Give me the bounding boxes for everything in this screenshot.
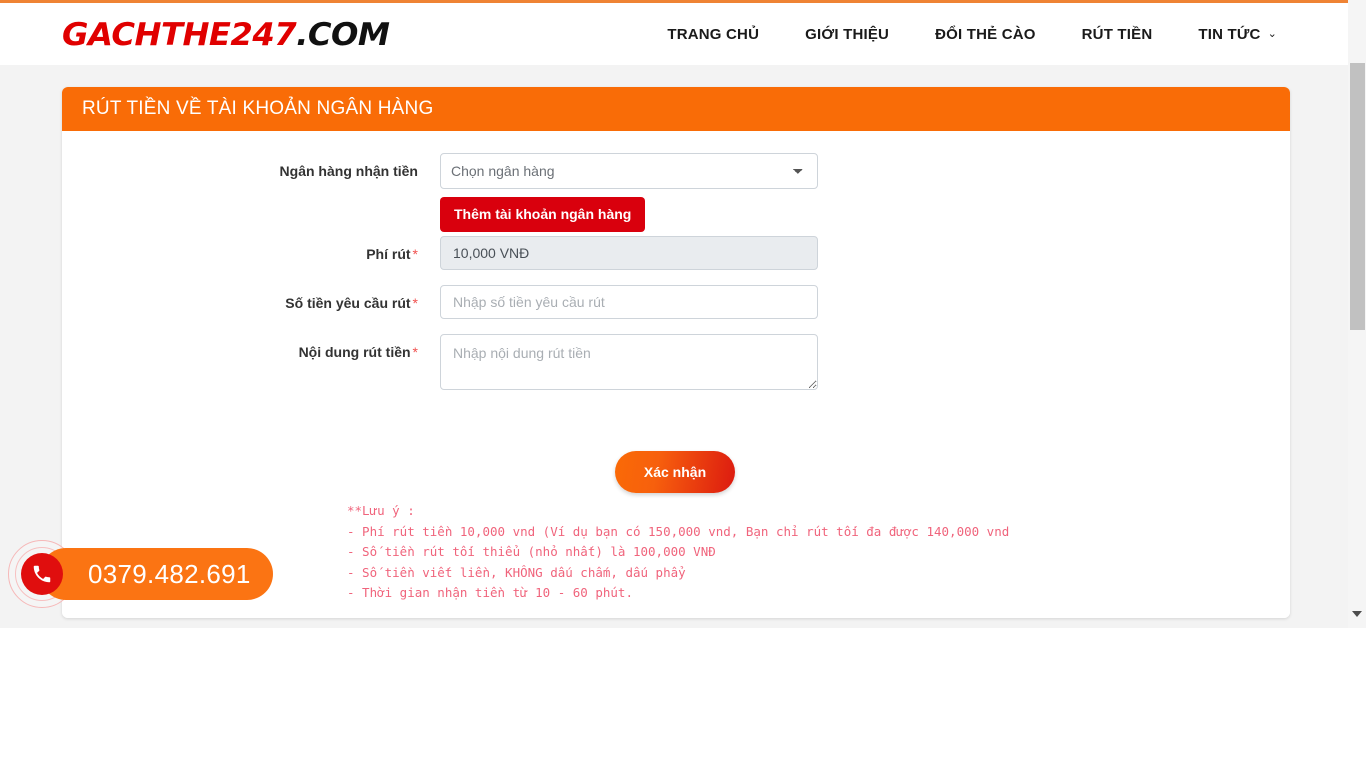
label-bank: Ngân hàng nhận tiền [62, 153, 440, 181]
label-bank-text: Ngân hàng nhận tiền [279, 163, 418, 179]
field-content [440, 334, 818, 395]
nav-item-trang-chu[interactable]: TRANG CHỦ [644, 26, 782, 43]
form-row-amount: Số tiền yêu cầu rút * [62, 285, 818, 319]
required-marker: * [412, 344, 418, 360]
withdraw-fee-input [440, 236, 818, 270]
site-header: GACHTHE247.COM TRANG CHỦ GIỚI THIỆU ĐỔI … [0, 3, 1348, 65]
card-body: Ngân hàng nhận tiền Chọn ngân hàng Thêm … [62, 131, 1290, 618]
field-bank: Chọn ngân hàng Thêm tài khoản ngân hàng [440, 153, 818, 232]
form-row-content: Nội dung rút tiền * [62, 334, 818, 395]
logo-text-suffix: .COM [296, 17, 390, 53]
withdraw-content-textarea[interactable] [440, 334, 818, 390]
note-line: - Thời gian nhận tiền từ 10 - 60 phút. [347, 585, 633, 600]
phone-icon [33, 565, 51, 583]
label-content-text: Nội dung rút tiền [298, 344, 411, 360]
main-navigation: TRANG CHỦ GIỚI THIỆU ĐỔI THẺ CÀO RÚT TIỀ… [644, 3, 1300, 65]
nav-item-rut-tien[interactable]: RÚT TIỀN [1059, 26, 1176, 43]
form-row-fee: Phí rút * [62, 236, 818, 270]
label-amount-text: Số tiền yêu cầu rút [285, 295, 411, 311]
required-marker: * [412, 246, 418, 262]
nav-item-doi-the-cao[interactable]: ĐỔI THẺ CÀO [912, 26, 1059, 43]
chevron-down-icon: ⌄ [1267, 27, 1277, 40]
scrollbar-thumb[interactable] [1350, 63, 1365, 330]
field-amount [440, 285, 818, 319]
note-line: **Lưu ý : [347, 503, 415, 518]
required-marker: * [412, 295, 418, 311]
note-line: - Phí rút tiền 10,000 vnd (Ví dụ bạn có … [347, 523, 1010, 539]
site-logo[interactable]: GACHTHE247.COM [62, 17, 390, 53]
card-header: RÚT TIỀN VỀ TÀI KHOẢN NGÂN HÀNG [62, 87, 1290, 131]
page-title: RÚT TIỀN VỀ TÀI KHOẢN NGÂN HÀNG [82, 98, 434, 119]
field-fee [440, 236, 818, 270]
phone-number-pill[interactable]: 0379.482.691 [40, 548, 273, 600]
notes-block: **Lưu ý : - Phí rút tiền 10,000 vnd (Ví … [347, 501, 1009, 604]
bank-select[interactable]: Chọn ngân hàng [440, 153, 818, 189]
label-amount: Số tiền yêu cầu rút * [62, 285, 440, 313]
nav-label: TIN TỨC [1198, 25, 1261, 43]
nav-label: ĐỔI THẺ CÀO [935, 25, 1036, 43]
nav-item-gioi-thieu[interactable]: GIỚI THIỆU [782, 26, 912, 43]
scroll-down-icon[interactable] [1352, 611, 1362, 617]
page-root: GACHTHE247.COM TRANG CHỦ GIỚI THIỆU ĐỔI … [0, 0, 1366, 768]
phone-call-button[interactable] [21, 553, 63, 595]
phone-number-label: 0379.482.691 [88, 558, 251, 589]
note-line: - Số tiền viết liền, KHÔNG dấu chấm, dấu… [347, 564, 686, 580]
withdraw-amount-input[interactable] [440, 285, 818, 319]
label-fee-text: Phí rút [366, 246, 411, 262]
form-row-bank: Ngân hàng nhận tiền Chọn ngân hàng Thêm … [62, 153, 818, 232]
nav-item-tin-tuc[interactable]: TIN TỨC ⌄ [1175, 26, 1300, 43]
logo-text-primary: GACHTHE247 [62, 17, 297, 53]
nav-label: RÚT TIỀN [1081, 25, 1153, 43]
nav-label: TRANG CHỦ [667, 25, 760, 43]
add-bank-account-button[interactable]: Thêm tài khoản ngân hàng [440, 197, 646, 232]
label-content: Nội dung rút tiền * [62, 334, 440, 362]
confirm-button[interactable]: Xác nhận [615, 451, 735, 493]
note-line: - Số tiền rút tối thiểu (nhỏ nhất) là 10… [347, 544, 716, 559]
label-fee: Phí rút * [62, 236, 440, 264]
withdraw-card: RÚT TIỀN VỀ TÀI KHOẢN NGÂN HÀNG Ngân hàn… [62, 87, 1290, 618]
page-scrollbar[interactable] [1348, 0, 1366, 628]
nav-label: GIỚI THIỆU [805, 25, 890, 43]
